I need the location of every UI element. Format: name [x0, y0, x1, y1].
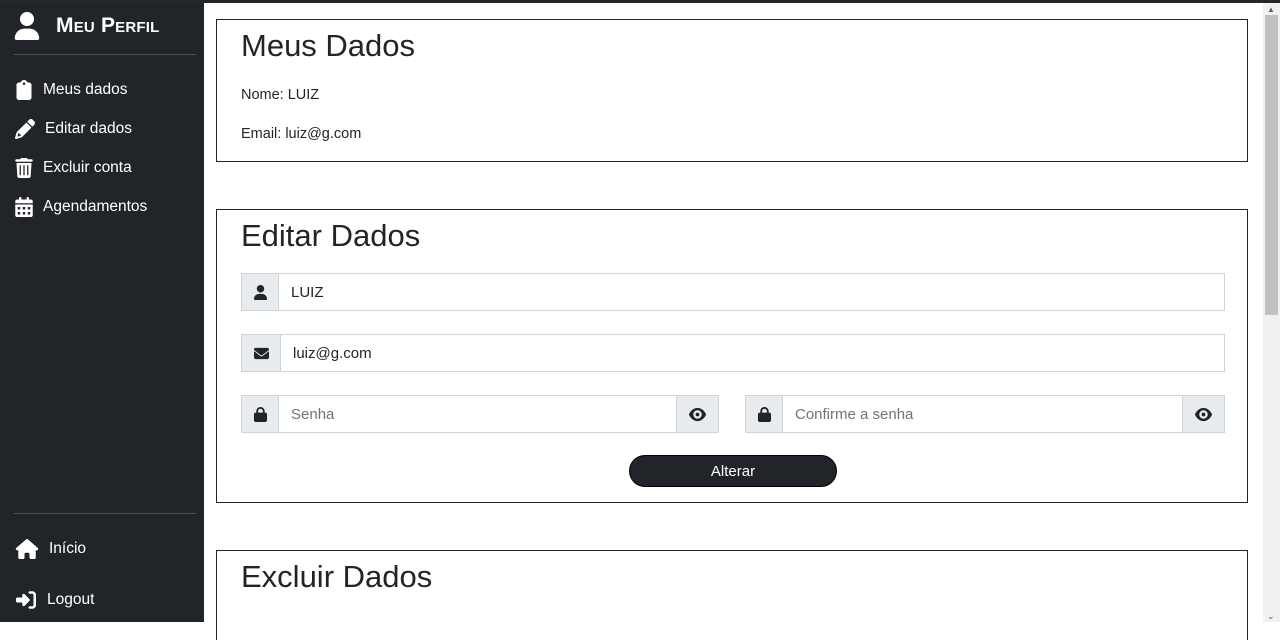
nome-input-group — [241, 273, 1225, 311]
logout-icon — [16, 591, 36, 609]
eye-icon — [1195, 407, 1212, 421]
calendar-icon — [15, 197, 33, 217]
sidebar: Meu Perfil Meus dados Editar dados Exclu… — [0, 3, 204, 622]
scrollbar-thumb[interactable] — [1265, 15, 1278, 315]
sidebar-item-inicio[interactable]: Início — [15, 537, 86, 561]
card-excluir-dados: Excluir Dados — [216, 550, 1248, 640]
sidebar-item-label: Meus dados — [43, 81, 128, 98]
alterar-button[interactable]: Alterar — [629, 455, 837, 487]
lock-addon — [241, 395, 279, 433]
envelope-icon — [253, 347, 269, 359]
toggle-senha-button[interactable] — [677, 395, 719, 433]
home-icon — [15, 539, 39, 559]
email-addon — [241, 334, 281, 372]
sidebar-divider-top — [14, 54, 196, 55]
scroll-down-arrow-icon[interactable]: ⌄ — [1267, 611, 1275, 622]
sidebar-item-meus-dados[interactable]: Meus dados — [15, 78, 127, 102]
sidebar-item-logout[interactable]: Logout — [15, 588, 94, 612]
user-addon — [241, 273, 279, 311]
confirme-senha-input[interactable] — [783, 395, 1183, 433]
card-editar-dados: Editar Dados Alterar — [216, 209, 1248, 503]
pencil-icon — [15, 119, 35, 139]
editar-dados-title: Editar Dados — [241, 218, 421, 253]
user-icon — [253, 284, 267, 300]
user-icon — [14, 12, 40, 40]
senha-input[interactable] — [279, 395, 677, 433]
eye-icon — [689, 407, 706, 421]
nome-text: Nome: LUIZ — [241, 87, 320, 103]
lock-icon — [757, 406, 771, 422]
sidebar-item-label: Excluir conta — [43, 159, 132, 176]
email-text: Email: luiz@g.com — [241, 126, 362, 142]
sidebar-item-agendamentos[interactable]: Agendamentos — [15, 195, 147, 219]
sidebar-item-label: Início — [49, 540, 87, 557]
senha-input-group — [241, 395, 719, 433]
nome-input[interactable] — [279, 273, 1225, 311]
email-input[interactable] — [281, 334, 1225, 372]
scroll-up-arrow-icon[interactable]: ▲ — [1267, 5, 1275, 14]
meus-dados-title: Meus Dados — [241, 28, 416, 63]
clipboard-icon — [16, 80, 32, 100]
brand-title: Meu Perfil — [56, 14, 160, 37]
lock-icon — [253, 406, 267, 422]
card-meus-dados: Meus Dados Nome: LUIZ Email: luiz@g.com — [216, 19, 1248, 162]
toggle-confirme-button[interactable] — [1183, 395, 1225, 433]
sidebar-item-label: Agendamentos — [43, 198, 148, 215]
email-input-group — [241, 334, 1225, 372]
trash-icon — [15, 158, 33, 178]
vertical-scrollbar[interactable]: ▲ ⌄ — [1263, 3, 1280, 622]
sidebar-item-label: Editar dados — [45, 120, 133, 137]
sidebar-brand: Meu Perfil — [14, 11, 160, 41]
sidebar-item-label: Logout — [47, 591, 95, 608]
excluir-dados-title: Excluir Dados — [241, 559, 433, 594]
confirme-input-group — [745, 395, 1225, 433]
sidebar-item-excluir-conta[interactable]: Excluir conta — [15, 156, 132, 180]
lock-addon — [745, 395, 783, 433]
sidebar-divider-bottom — [14, 513, 196, 514]
sidebar-item-editar-dados[interactable]: Editar dados — [15, 117, 132, 141]
